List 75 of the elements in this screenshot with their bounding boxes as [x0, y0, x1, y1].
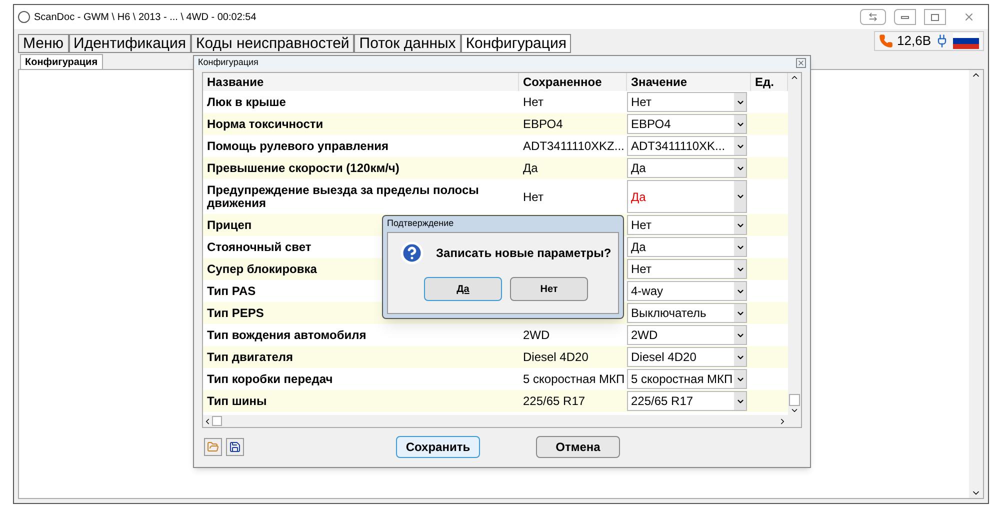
- row-name: Тип двигателя: [207, 350, 294, 364]
- value-dropdown[interactable]: 2WD: [627, 325, 747, 345]
- scroll-thumb[interactable]: [212, 416, 222, 426]
- value-dropdown[interactable]: 225/65 R17: [627, 391, 747, 411]
- value-dropdown[interactable]: 5 скоростная МКП: [627, 369, 747, 389]
- value-dropdown[interactable]: Нет: [627, 259, 747, 279]
- app-icon: [18, 11, 30, 23]
- tab[interactable]: Меню: [18, 34, 69, 53]
- floppy-icon: [229, 441, 241, 453]
- close-icon: [963, 11, 975, 23]
- maximize-button[interactable]: [924, 9, 946, 25]
- tab[interactable]: Коды неисправностей: [191, 34, 354, 53]
- saved-value: ЕВРО4: [523, 116, 563, 133]
- row-name: Тип коробки передач: [207, 372, 333, 386]
- value-dropdown[interactable]: Нет: [627, 215, 747, 235]
- saved-value: Diesel 4D20: [523, 349, 588, 366]
- close-button[interactable]: [796, 58, 806, 68]
- phone-icon: [879, 34, 894, 48]
- question-icon: [400, 241, 424, 265]
- value-dropdown[interactable]: Нет: [627, 92, 747, 112]
- value-dropdown[interactable]: Да: [627, 158, 747, 178]
- value-dropdown[interactable]: ЕВРО4: [627, 114, 747, 134]
- row-name: Прицеп: [207, 218, 252, 232]
- saved-value: Да: [523, 160, 538, 177]
- no-button[interactable]: Нет: [510, 277, 588, 301]
- minimize-button[interactable]: [894, 9, 916, 25]
- dialog-title: Подтверждение: [387, 217, 455, 230]
- row-name: Превышение скорости (120км/ч): [207, 162, 400, 174]
- arrows-icon: [867, 12, 879, 22]
- row-name: Тип PAS: [207, 284, 256, 298]
- saved-value: 2WD: [523, 327, 550, 344]
- value-dropdown[interactable]: Да: [627, 180, 747, 213]
- saved-value: 225/65 R17: [523, 393, 586, 410]
- cancel-button[interactable]: Отмена: [536, 436, 620, 458]
- yes-button[interactable]: Да: [424, 277, 502, 301]
- scroll-left-icon: [203, 416, 212, 426]
- dropdown-icon: [736, 192, 744, 201]
- row-name: Люк в крыше: [207, 96, 286, 108]
- scroll-up-icon: [790, 73, 799, 82]
- save-button[interactable]: Сохранить: [396, 436, 480, 458]
- voltage-reading: 12,6В: [897, 32, 931, 50]
- dialog-message: Записать новые параметры?: [436, 245, 612, 262]
- row-name: Норма токсичности: [207, 118, 324, 130]
- saved-value: 5 скоростная МКП: [523, 371, 625, 388]
- subtab[interactable]: Конфигурация: [20, 54, 103, 69]
- plug-icon: [935, 34, 949, 48]
- tab[interactable]: Поток данных: [354, 34, 461, 53]
- scroll-right-icon: [778, 416, 787, 426]
- scroll-down-icon: [790, 406, 799, 415]
- folder-icon: [207, 441, 219, 453]
- saved-value: Нет: [523, 188, 544, 206]
- saved-value: Нет: [523, 94, 544, 111]
- value-dropdown[interactable]: 4-way: [627, 281, 747, 301]
- value-dropdown[interactable]: Да: [627, 237, 747, 257]
- row-name: Предупреждение выезда за пределы полосы движения: [207, 184, 480, 210]
- window-title: ScanDoc - GWM \ H6 \ 2013 - ... \ 4WD - 00:02:54: [34, 10, 256, 24]
- tab[interactable]: Конфигурация: [460, 34, 572, 53]
- resize-button[interactable]: [860, 9, 886, 25]
- row-name: Супер блокировка: [207, 262, 317, 276]
- minimize-icon: [901, 16, 909, 18]
- close-icon: [797, 59, 805, 67]
- row-name: Стояночный свет: [207, 240, 312, 254]
- row-name: Тип PEPS: [207, 306, 264, 320]
- row-name: Тип шины: [207, 394, 267, 408]
- save-icon-button[interactable]: [226, 438, 244, 456]
- row-name: Помощь рулевого управления: [207, 140, 388, 152]
- row-name: Тип вождения автомобиля: [207, 328, 366, 342]
- value-dropdown[interactable]: Diesel 4D20: [627, 347, 747, 367]
- value-dropdown[interactable]: ADT3411110XK...: [627, 136, 747, 156]
- dialog-title: Конфигурация: [198, 56, 258, 70]
- tab[interactable]: Идентификация: [68, 34, 192, 53]
- saved-value: ADT3411110XKZ...: [523, 138, 624, 155]
- scroll-thumb[interactable]: [789, 394, 800, 406]
- value-dropdown[interactable]: Выключатель: [627, 303, 747, 323]
- maximize-icon: [931, 14, 939, 20]
